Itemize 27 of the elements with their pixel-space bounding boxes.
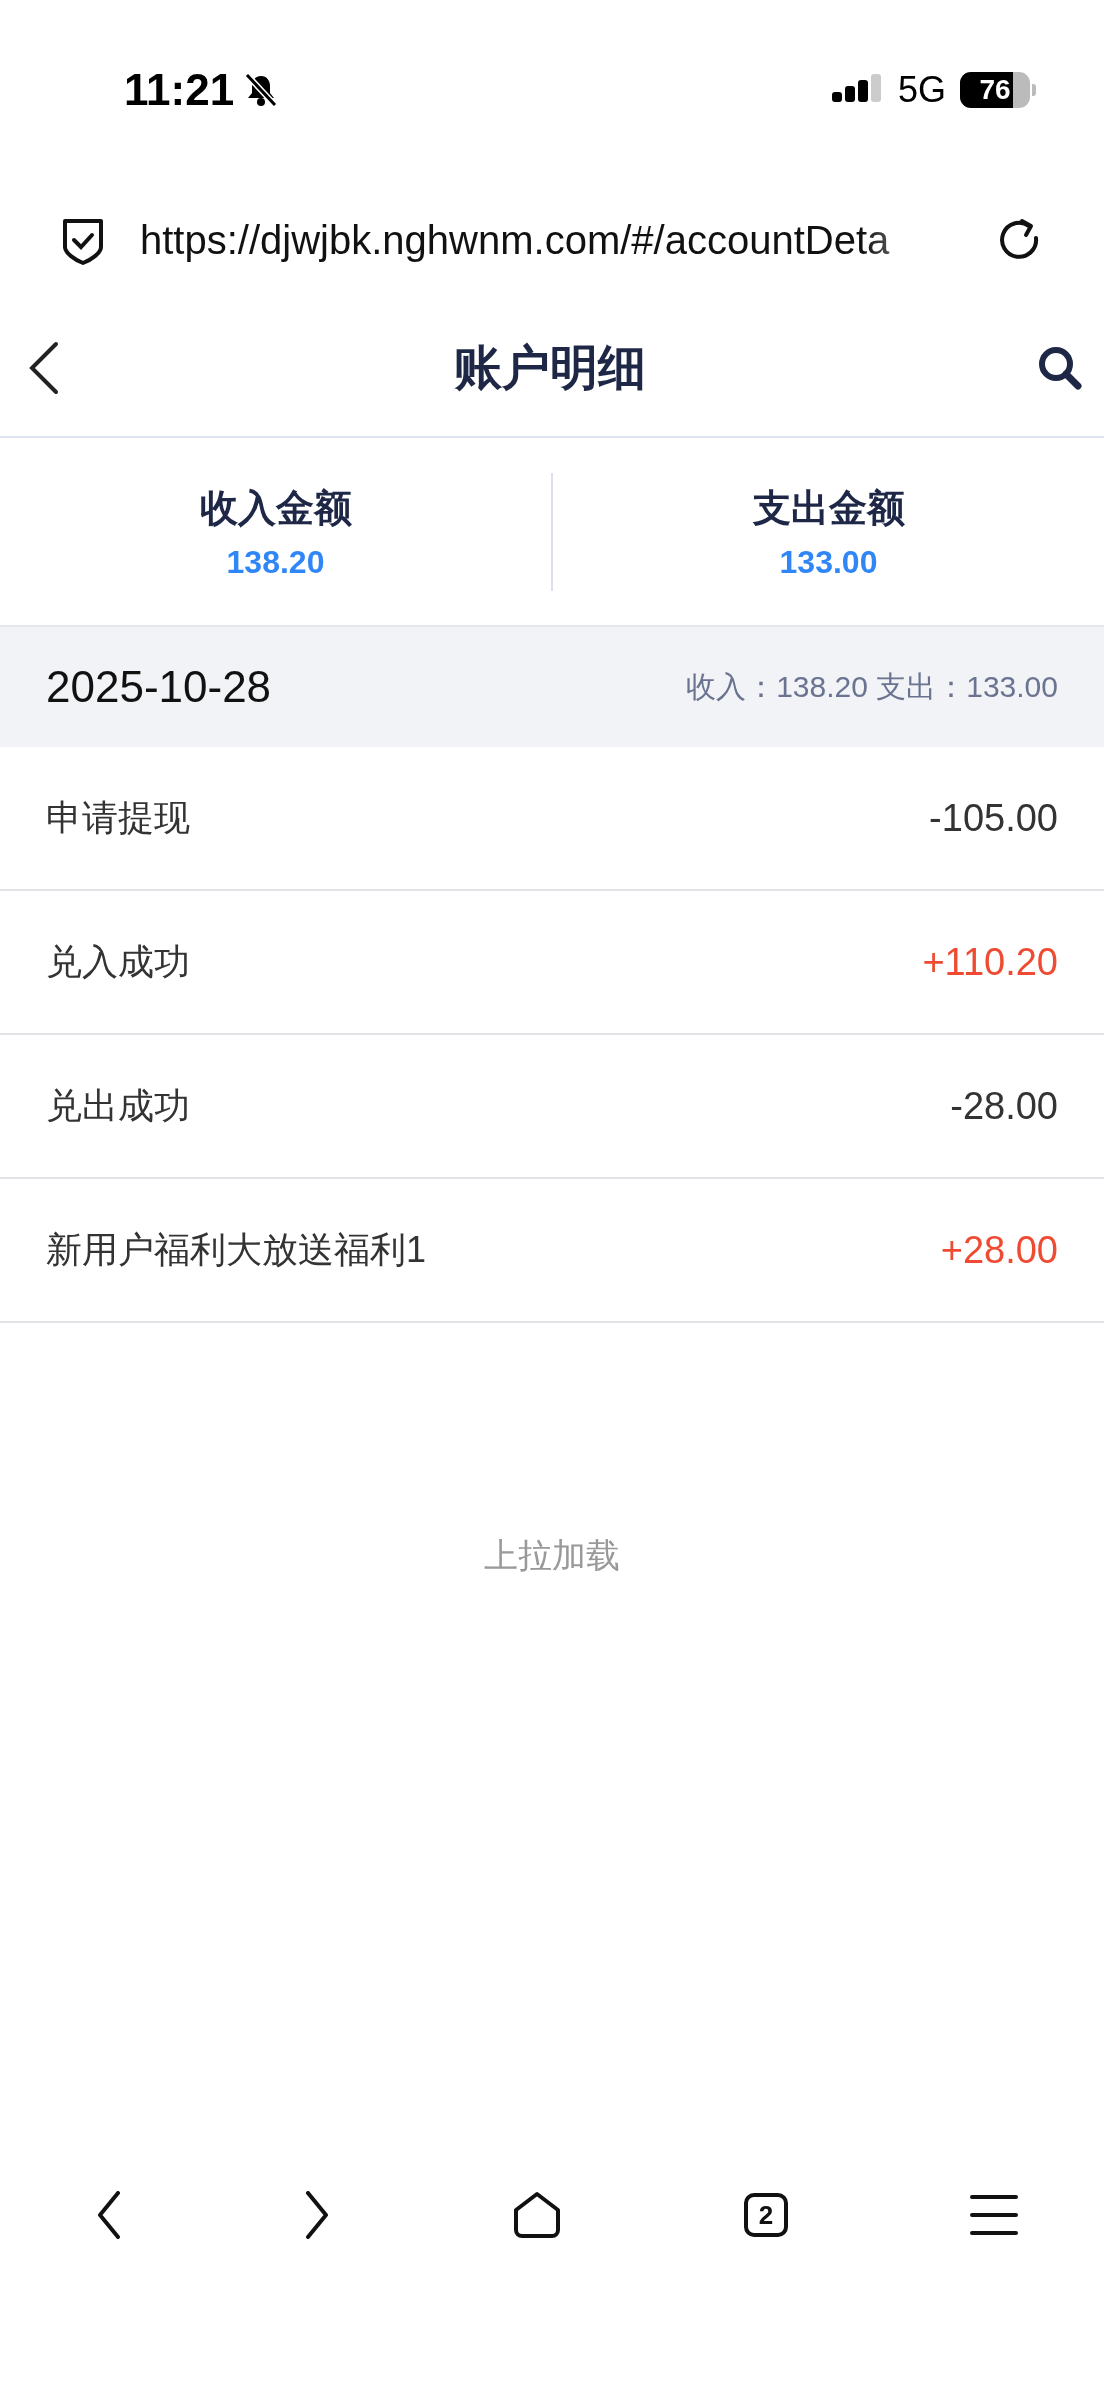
summary-amount: 138.20	[226, 543, 325, 581]
transaction-title: 兑出成功	[46, 1083, 190, 1128]
transaction-amount: -105.00	[929, 796, 1058, 840]
back-icon[interactable]	[96, 2191, 122, 2239]
page-title: 账户明细	[453, 340, 647, 396]
network-label: 5G	[897, 69, 946, 111]
summary-amount: 133.00	[779, 543, 878, 581]
status-time: 11:21	[124, 65, 235, 115]
transaction-amount: +28.00	[940, 1228, 1058, 1272]
transaction-title: 申请提现	[46, 795, 190, 840]
url-text[interactable]: https://djwjbk.nghwnm.com/#/accountDeta	[140, 217, 962, 263]
tabs-button[interactable]: 2	[744, 2193, 788, 2237]
transaction-title: 新用户福利大放送福利1	[46, 1227, 427, 1272]
summary-label: 收入金额	[199, 485, 352, 531]
forward-icon[interactable]	[304, 2191, 330, 2239]
battery-icon: 76	[960, 72, 1030, 108]
menu-icon[interactable]	[970, 2193, 1018, 2237]
transaction-title: 兑入成功	[46, 939, 190, 984]
transaction-amount: -28.00	[950, 1084, 1058, 1128]
load-more-hint: 上拉加载	[484, 1535, 620, 1576]
home-icon[interactable]	[512, 2190, 562, 2240]
bell-muted-icon	[244, 72, 279, 108]
search-icon[interactable]	[1036, 344, 1084, 392]
transaction-amount: +110.20	[922, 940, 1058, 984]
summary-label: 支出金额	[752, 485, 905, 531]
day-totals: 收入：138.20 支出：133.00	[686, 668, 1058, 705]
date-label: 2025-10-28	[46, 662, 272, 712]
